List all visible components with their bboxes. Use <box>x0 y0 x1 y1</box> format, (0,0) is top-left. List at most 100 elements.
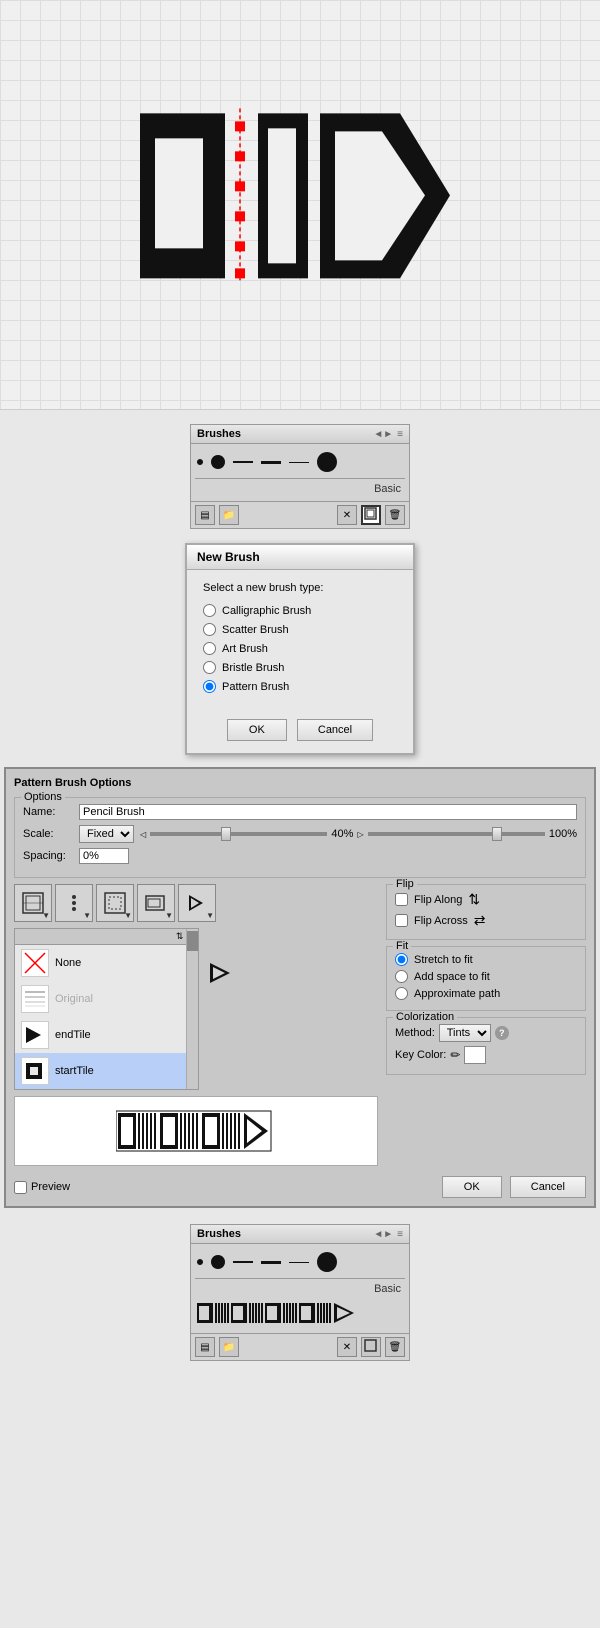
brushes-panel-2: Brushes ◄► ≡ Basic <box>190 1224 410 1361</box>
dropdown-item-starttile[interactable]: startTile <box>15 1053 198 1089</box>
brushes-panel-2-titlebar: Brushes ◄► ≡ <box>191 1225 409 1244</box>
panel2-menu-icon[interactable]: ≡ <box>397 1229 403 1240</box>
main-layout: ▼ ▼ ▼ ▼ <box>14 884 586 1172</box>
color-swatch[interactable] <box>464 1046 486 1064</box>
stretch-to-fit-row: Stretch to fit <box>395 953 577 966</box>
scale-slider-container: ◁ 40% ▷ 100% <box>140 828 577 840</box>
brush2-dot-small[interactable] <box>197 1259 203 1265</box>
scale-type-select[interactable]: Fixed <box>79 825 134 843</box>
radio-calligraphic: Calligraphic Brush <box>203 604 397 617</box>
dropdown-item-endtile[interactable]: endTile <box>15 1017 198 1053</box>
radio-pattern-label: Pattern Brush <box>222 681 289 693</box>
tile-btn-1[interactable]: ▼ <box>14 884 52 922</box>
brushes-toolbar-2: ▤ 📁 ✕ 🗑 <box>191 1333 409 1360</box>
flip-section-label: Flip <box>393 878 417 890</box>
key-color-row: Key Color: ✏ <box>395 1046 577 1064</box>
panel-menu-icon[interactable]: ≡ <box>397 429 403 440</box>
new-item-btn-2[interactable] <box>361 1337 381 1357</box>
tile-btn-5[interactable]: ▼ <box>178 884 216 922</box>
preview-checkbox-input[interactable] <box>14 1181 27 1194</box>
scale-slider-thumb[interactable] <box>221 827 231 841</box>
libraries-btn-2[interactable]: ▤ <box>195 1337 215 1357</box>
basic-label: Basic <box>195 481 405 497</box>
flip-across-checkbox[interactable] <box>395 914 408 927</box>
radio-calligraphic-input[interactable] <box>203 604 216 617</box>
new-item-icon-2 <box>364 1339 378 1356</box>
delete-brush-btn-2[interactable]: ✕ <box>337 1337 357 1357</box>
brush-dot-large[interactable] <box>317 452 337 472</box>
radio-pattern-input[interactable] <box>203 680 216 693</box>
bottom-buttons-row: Preview OK Cancel <box>14 1176 586 1198</box>
new-item-btn[interactable] <box>361 505 381 525</box>
brush-line-3[interactable] <box>289 462 309 463</box>
pattern-ok-btn[interactable]: OK <box>442 1176 502 1198</box>
dropdown-side-icon <box>205 958 235 991</box>
dropdown-item-none[interactable]: None <box>15 945 198 981</box>
dropdown-sort-icon[interactable]: ⇅ <box>176 931 184 942</box>
brush-line-1[interactable] <box>233 461 253 463</box>
name-row: Name: <box>23 804 577 820</box>
brush-line-2[interactable] <box>261 461 281 464</box>
tile-btn-4[interactable]: ▼ <box>137 884 175 922</box>
scale-slider-track[interactable] <box>150 832 327 836</box>
pattern-brush-preview-svg <box>197 1300 382 1326</box>
info-icon[interactable]: ? <box>495 1026 509 1040</box>
radio-art: Art Brush <box>203 642 397 655</box>
approx-path-row: Approximate path <box>395 987 577 1000</box>
libraries-btn[interactable]: ▤ <box>195 505 215 525</box>
pattern-cancel-btn[interactable]: Cancel <box>510 1176 586 1198</box>
approx-path-radio[interactable] <box>395 987 408 1000</box>
name-input[interactable] <box>79 804 577 820</box>
brushes-panel-1-title: Brushes <box>197 428 241 440</box>
options-section: Options Name: Scale: Fixed ◁ 40% ▷ 10 <box>14 797 586 878</box>
scrollbar-thumb[interactable] <box>187 931 198 951</box>
canvas-area <box>0 0 600 410</box>
brush2-dot-large[interactable] <box>317 1252 337 1272</box>
left-col: ▼ ▼ ▼ ▼ <box>14 884 378 1172</box>
panel2-collapse-icon[interactable]: ◄► <box>373 1229 393 1240</box>
libraries-icon: ▤ <box>200 510 209 521</box>
trash-btn[interactable]: 🗑 <box>385 505 405 525</box>
radio-scatter-input[interactable] <box>203 623 216 636</box>
new-brush-ok-btn[interactable]: OK <box>227 719 287 741</box>
radio-bristle-input[interactable] <box>203 661 216 674</box>
brush-dot-small[interactable] <box>197 459 203 465</box>
brush2-dot-medium[interactable] <box>211 1255 225 1269</box>
new-brush-btn-tool-2[interactable]: 📁 <box>219 1337 239 1357</box>
radio-bristle-label: Bristle Brush <box>222 662 284 674</box>
brush2-line-3[interactable] <box>289 1262 309 1263</box>
method-select[interactable]: Tints <box>439 1024 491 1042</box>
new-brush-btn-tool[interactable]: 📁 <box>219 505 239 525</box>
endtile-preview <box>21 1021 49 1049</box>
pattern-brush-preview-row[interactable] <box>195 1297 405 1329</box>
radio-pattern: Pattern Brush <box>203 680 397 693</box>
spacing-input[interactable] <box>79 848 129 864</box>
eyedropper-icon[interactable]: ✏ <box>450 1048 460 1062</box>
radio-bristle: Bristle Brush <box>203 661 397 674</box>
tile-buttons-row: ▼ ▼ ▼ ▼ <box>14 884 378 922</box>
flip-along-checkbox[interactable] <box>395 893 408 906</box>
colorization-section: Colorization Method: Tints ? Key Color: … <box>386 1017 586 1075</box>
scale-max-icon: ▷ <box>357 830 363 839</box>
tile-btn-2[interactable]: ▼ <box>55 884 93 922</box>
brush2-line-1[interactable] <box>233 1261 253 1263</box>
add-space-radio[interactable] <box>395 970 408 983</box>
dropdown-scrollbar[interactable] <box>186 929 198 1089</box>
tile-btn-3[interactable]: ▼ <box>96 884 134 922</box>
flip-across-row: Flip Across ⇄ <box>395 912 577 929</box>
radio-art-input[interactable] <box>203 642 216 655</box>
panel-collapse-icon[interactable]: ◄► <box>373 429 393 440</box>
x-icon-2: ✕ <box>343 1342 351 1353</box>
delete-brush-btn[interactable]: ✕ <box>337 505 357 525</box>
trash-btn-2[interactable]: 🗑 <box>385 1337 405 1357</box>
scale-slider-thumb-2[interactable] <box>492 827 502 841</box>
brush2-divider <box>195 1278 405 1279</box>
new-brush-cancel-btn[interactable]: Cancel <box>297 719 373 741</box>
scale-slider-track-2[interactable] <box>368 832 545 836</box>
brush2-line-2[interactable] <box>261 1261 281 1264</box>
brush-row-1 <box>195 448 405 476</box>
flip-along-label: Flip Along <box>414 894 462 906</box>
stretch-to-fit-radio[interactable] <box>395 953 408 966</box>
brush-dot-medium[interactable] <box>211 455 225 469</box>
x-icon: ✕ <box>343 510 351 521</box>
